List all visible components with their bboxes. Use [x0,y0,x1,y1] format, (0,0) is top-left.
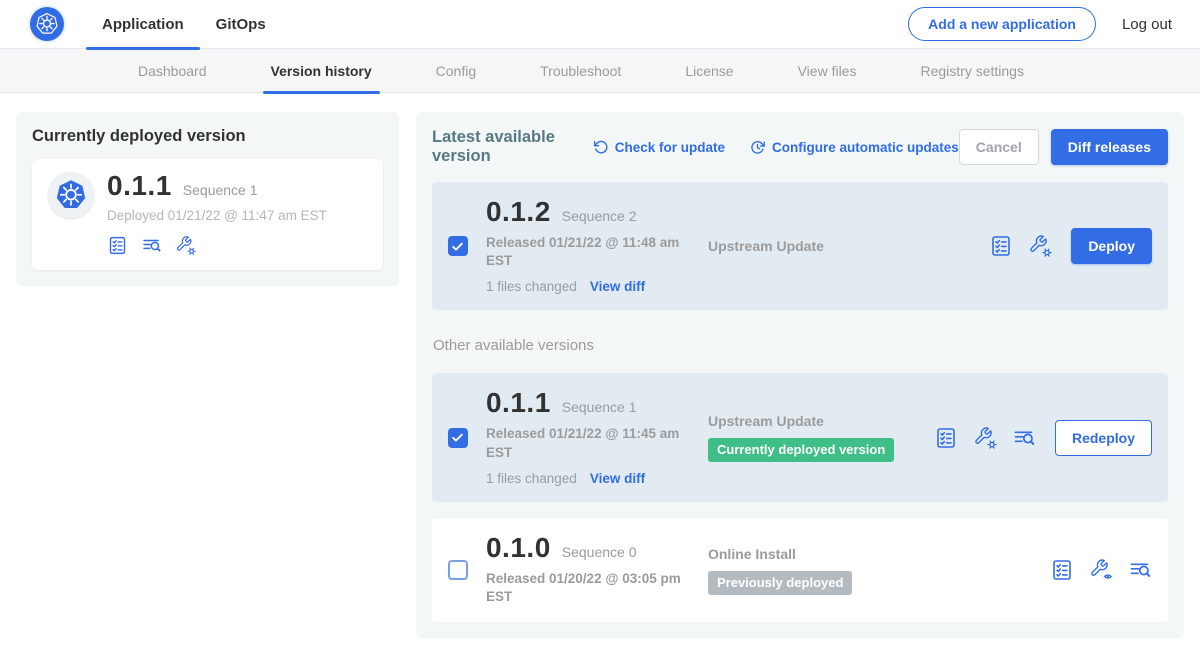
tab-registry-settings[interactable]: Registry settings [912,49,1031,93]
wrench-gear-icon[interactable] [175,235,196,256]
main-content: Currently deployed version 0.1.1 Sequenc… [0,93,1200,657]
deployed-sequence-label: Sequence 1 [183,182,258,198]
app-sub-nav: Dashboard Version history Config Trouble… [0,49,1200,93]
version-source-label: Online Install [708,546,934,562]
released-timestamp: Released 01/21/22 @ 11:45 am EST [486,425,690,461]
tab-dashboard[interactable]: Dashboard [130,49,215,93]
configure-updates-link[interactable]: Configure automatic updates [749,139,959,156]
kubernetes-logo-icon [30,7,64,41]
previously-deployed-badge: Previously deployed [708,571,852,595]
tab-version-history[interactable]: Version history [263,49,380,93]
tab-troubleshoot[interactable]: Troubleshoot [532,49,629,93]
version-checkbox[interactable] [448,428,468,448]
auto-update-icon [749,139,766,156]
checklist-icon[interactable] [934,426,958,450]
version-number: 0.1.1 [486,389,551,417]
top-nav: Application GitOps Add a new application… [0,0,1200,49]
logs-magnifier-icon[interactable] [1128,558,1152,582]
version-row-0-1-2: 0.1.2 Sequence 2 Released 01/21/22 @ 11:… [432,182,1168,310]
tab-config[interactable]: Config [428,49,484,93]
checklist-icon[interactable] [1050,558,1074,582]
files-changed-label: 1 files changed [486,279,577,294]
add-application-button[interactable]: Add a new application [908,7,1096,41]
logout-link[interactable]: Log out [1122,16,1172,33]
check-for-update-link[interactable]: Check for update [593,139,725,155]
tab-view-files[interactable]: View files [790,49,865,93]
files-changed-label: 1 files changed [486,471,577,486]
refresh-icon [593,139,609,155]
sequence-label: Sequence 0 [562,544,637,560]
other-versions-title: Other available versions [433,337,1168,354]
deployed-timestamp: Deployed 01/21/22 @ 11:47 am EST [107,208,327,223]
configure-updates-label: Configure automatic updates [772,140,959,155]
redeploy-button[interactable]: Redeploy [1055,420,1152,456]
currently-deployed-badge: Currently deployed version [708,438,894,462]
currently-deployed-card: Currently deployed version 0.1.1 Sequenc… [16,112,399,286]
version-source-label: Upstream Update [708,413,934,429]
deployed-card-title: Currently deployed version [32,127,383,146]
top-tab-gitops-label: GitOps [216,16,266,33]
diff-releases-button[interactable]: Diff releases [1051,129,1168,165]
version-number: 0.1.2 [486,198,551,226]
check-for-update-label: Check for update [615,140,725,155]
view-diff-link[interactable]: View diff [590,279,645,294]
deployed-version-card: 0.1.1 Sequence 1 Deployed 01/21/22 @ 11:… [32,159,383,270]
checklist-icon[interactable] [107,235,128,256]
logs-magnifier-icon[interactable] [141,235,162,256]
released-timestamp: Released 01/20/22 @ 03:05 pm EST [486,570,690,606]
top-tab-application-label: Application [102,16,184,33]
checklist-icon[interactable] [989,234,1013,258]
version-checkbox[interactable] [448,236,468,256]
sequence-label: Sequence 1 [562,399,637,415]
deployed-version-number: 0.1.1 [107,172,172,200]
version-row-0-1-1: 0.1.1 Sequence 1 Released 01/21/22 @ 11:… [432,373,1168,501]
view-diff-link[interactable]: View diff [590,471,645,486]
checkmark-icon [450,430,465,445]
top-tab-gitops[interactable]: GitOps [200,0,282,49]
version-source-label: Upstream Update [708,238,934,254]
wrench-gear-icon[interactable] [1028,234,1052,258]
version-checkbox[interactable] [448,560,468,580]
released-timestamp: Released 01/21/22 @ 11:48 am EST [486,234,690,270]
tab-license[interactable]: License [677,49,741,93]
version-number: 0.1.0 [486,534,551,562]
available-versions-panel: Latest available version Check for updat… [416,112,1184,638]
sequence-label: Sequence 2 [562,208,637,224]
app-logo-icon [48,172,94,218]
available-header: Latest available version Check for updat… [432,128,1168,166]
logs-magnifier-icon[interactable] [1012,426,1036,450]
wrench-gear-icon[interactable] [973,426,997,450]
cancel-button[interactable]: Cancel [959,129,1039,165]
wrench-eye-icon[interactable] [1089,558,1113,582]
deploy-button[interactable]: Deploy [1071,228,1152,264]
top-tab-application[interactable]: Application [86,0,200,49]
latest-available-title: Latest available version [432,128,577,166]
version-row-0-1-0: 0.1.0 Sequence 0 Released 01/20/22 @ 03:… [432,518,1168,622]
checkmark-icon [450,239,465,254]
